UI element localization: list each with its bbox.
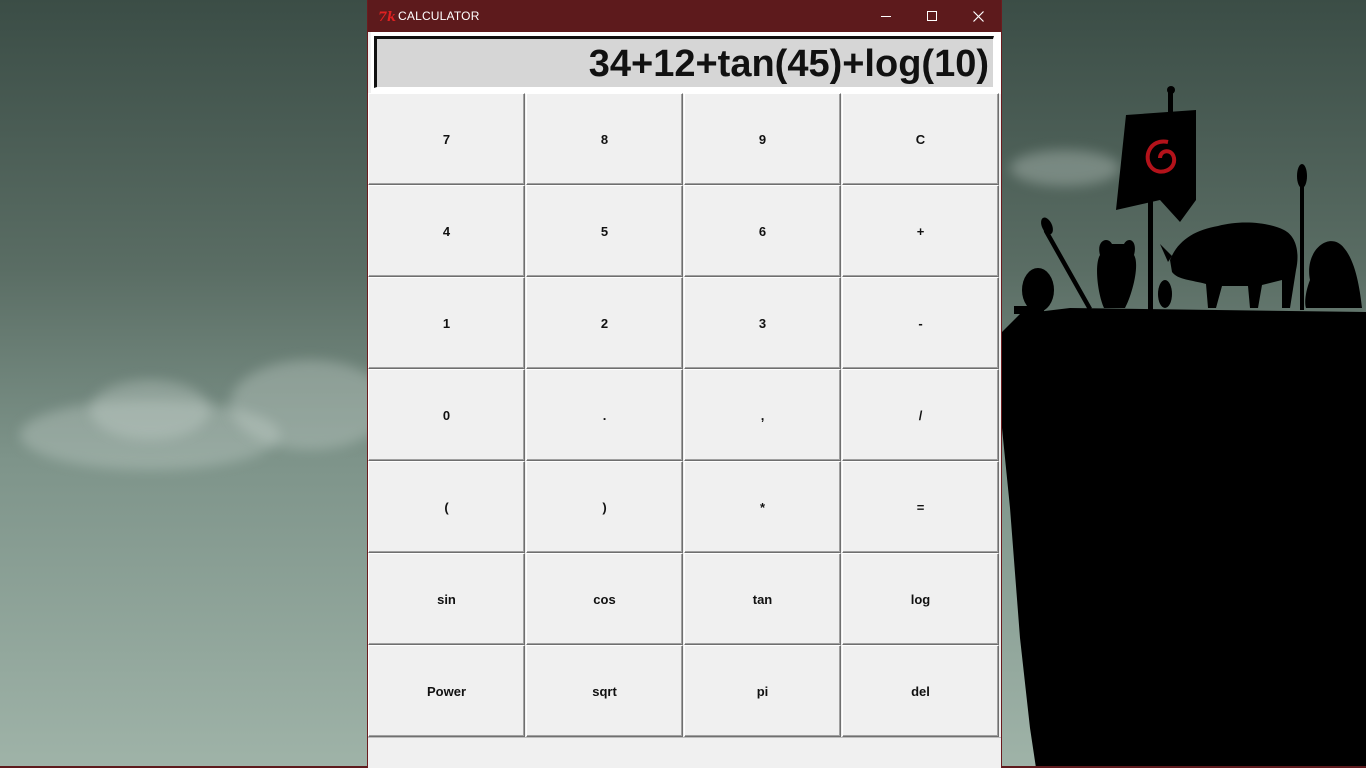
tk-app-icon: 7k bbox=[378, 10, 396, 24]
key-log[interactable]: log bbox=[842, 553, 999, 645]
maximize-icon bbox=[927, 11, 937, 21]
minimize-button[interactable] bbox=[863, 0, 909, 32]
key-7[interactable]: 7 bbox=[368, 93, 525, 185]
key-9[interactable]: 9 bbox=[684, 93, 841, 185]
key-cos[interactable]: cos bbox=[526, 553, 683, 645]
key-2[interactable]: 2 bbox=[526, 277, 683, 369]
window-bottom-area bbox=[368, 737, 1001, 768]
key-sqrt[interactable]: sqrt bbox=[526, 645, 683, 737]
expression-text: 34+12+tan(45)+log(10) bbox=[588, 43, 989, 85]
key-1[interactable]: 1 bbox=[368, 277, 525, 369]
minimize-icon bbox=[881, 16, 891, 17]
keypad: 7 8 9 C 4 5 6 + 1 2 3 - 0 . , / ( ) * = … bbox=[368, 93, 1000, 737]
key-decimal[interactable]: . bbox=[526, 369, 683, 461]
key-4[interactable]: 4 bbox=[368, 185, 525, 277]
svg-text:7k: 7k bbox=[378, 10, 396, 24]
key-delete[interactable]: del bbox=[842, 645, 999, 737]
key-equals[interactable]: = bbox=[842, 461, 999, 553]
key-sin[interactable]: sin bbox=[368, 553, 525, 645]
key-minus[interactable]: - bbox=[842, 277, 999, 369]
key-3[interactable]: 3 bbox=[684, 277, 841, 369]
display-frame: 34+12+tan(45)+log(10) bbox=[371, 32, 1001, 94]
key-8[interactable]: 8 bbox=[526, 93, 683, 185]
key-0[interactable]: 0 bbox=[368, 369, 525, 461]
maximize-button[interactable] bbox=[909, 0, 955, 32]
close-button[interactable] bbox=[955, 0, 1001, 32]
cloud bbox=[90, 380, 210, 440]
key-6[interactable]: 6 bbox=[684, 185, 841, 277]
key-plus[interactable]: + bbox=[842, 185, 999, 277]
key-open-paren[interactable]: ( bbox=[368, 461, 525, 553]
cloud bbox=[230, 360, 390, 450]
key-close-paren[interactable]: ) bbox=[526, 461, 683, 553]
expression-display[interactable]: 34+12+tan(45)+log(10) bbox=[374, 36, 994, 88]
key-tan[interactable]: tan bbox=[684, 553, 841, 645]
close-icon bbox=[972, 10, 984, 22]
key-5[interactable]: 5 bbox=[526, 185, 683, 277]
key-divide[interactable]: / bbox=[842, 369, 999, 461]
window-titlebar[interactable]: 7k CALCULATOR bbox=[368, 0, 1001, 32]
wallpaper-cliff-icon bbox=[1000, 308, 1366, 768]
key-clear[interactable]: C bbox=[842, 93, 999, 185]
key-power[interactable]: Power bbox=[368, 645, 525, 737]
wallpaper-silhouettes-icon bbox=[1014, 86, 1362, 314]
calculator-window[interactable]: 7k CALCULATOR 34+12+tan(45)+log(10) 7 8 … bbox=[368, 0, 1001, 768]
key-comma[interactable]: , bbox=[684, 369, 841, 461]
key-pi[interactable]: pi bbox=[684, 645, 841, 737]
window-title: CALCULATOR bbox=[398, 9, 480, 23]
key-multiply[interactable]: * bbox=[684, 461, 841, 553]
